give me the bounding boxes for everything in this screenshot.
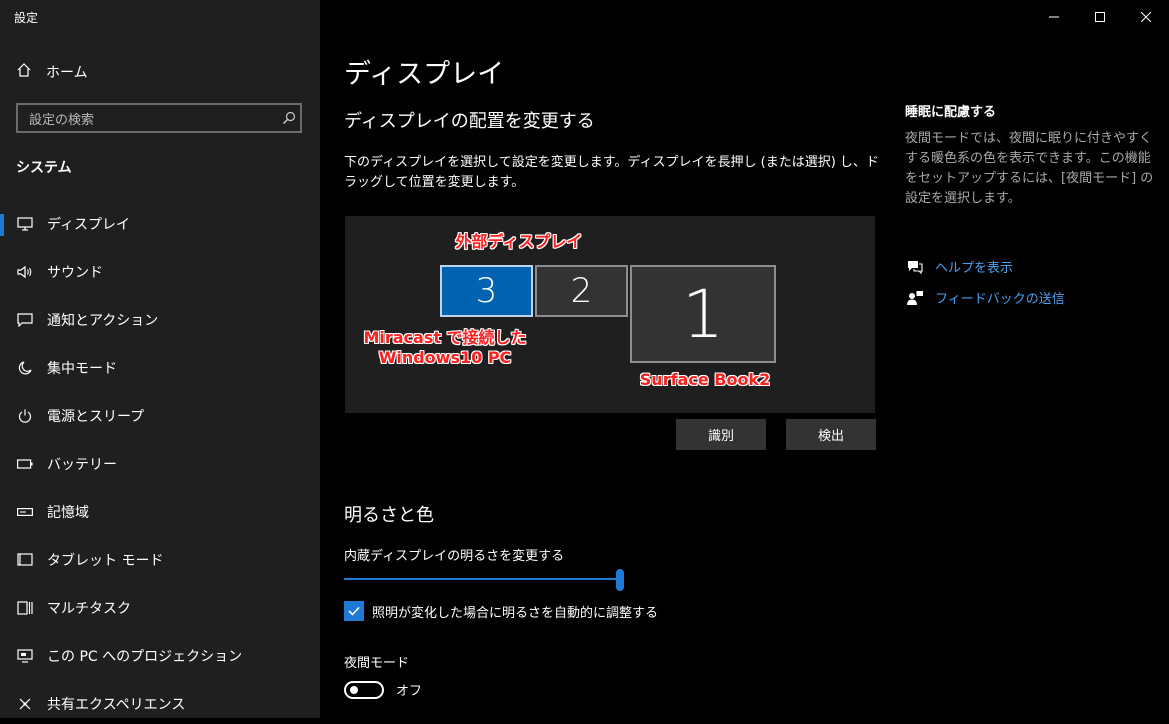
brightness-slider[interactable] [344,567,624,591]
sidebar-item-label: 集中モード [47,361,117,377]
sidebar-item-focus[interactable]: 集中モード [0,348,320,388]
detect-button[interactable]: 検出 [786,419,876,450]
auto-brightness-label: 照明が変化した場合に明るさを自動的に調整する [372,605,659,621]
sidebar-item-multitask[interactable]: マルチタスク [0,588,320,628]
help-link[interactable]: ヘルプを表示 [905,257,1013,276]
sidebar-item-display[interactable]: ディスプレイ [0,204,320,244]
minimize-icon [1049,7,1059,26]
sidebar: 設定 ホーム 設定の検索 システム ディスプレイ サウンド 通知とアクション 集… [0,0,320,718]
sidebar-item-label: マルチタスク [47,601,131,617]
annotation-external-display: 外部ディスプレイ [455,232,583,251]
brightness-label: 内蔵ディスプレイの明るさを変更する [344,549,565,564]
sidebar-item-power[interactable]: 電源とスリープ [0,396,320,436]
sidebar-item-notifications[interactable]: 通知とアクション [0,300,320,340]
night-mode-toggle-row: オフ [344,680,422,699]
toggle-knob [350,685,358,694]
night-mode-state: オフ [396,684,423,699]
display-arrangement[interactable]: 外部ディスプレイ 3 2 1 Miracast で接続した Windows10 … [345,216,875,413]
sidebar-item-label: 共有エクスペリエンス [47,697,186,713]
right-panel-title: 睡眠に配慮する [905,105,997,120]
auto-brightness-checkbox[interactable]: 照明が変化した場合に明るさを自動的に調整する [344,601,658,621]
section-title: システム [16,160,72,176]
sidebar-item-projection[interactable]: この PC へのプロジェクション [0,636,320,676]
multitask-icon [16,599,34,617]
home-icon [16,62,32,82]
minimize-button[interactable] [1031,0,1077,32]
speaker-icon [16,263,34,281]
annotation-miracast-line1: Miracast で接続した [363,328,527,347]
slider-track [344,578,620,580]
page-title: ディスプレイ [344,59,505,90]
arrange-title: ディスプレイの配置を変更する [344,111,595,132]
sidebar-item-label: サウンド [47,265,103,281]
help-link-label: ヘルプを表示 [935,261,1014,276]
search-icon[interactable] [278,111,300,125]
moon-icon [16,359,34,377]
night-mode-label: 夜間モード [344,656,410,671]
home-label: ホーム [46,65,88,81]
sidebar-item-label: タブレット モード [47,553,164,569]
sidebar-item-label: ディスプレイ [47,217,131,233]
close-button[interactable] [1123,0,1169,32]
arrange-description: 下のディスプレイを選択して設定を変更します。ディスプレイを長押し (または選択)… [344,155,879,190]
brightness-section-title: 明るさと色 [344,505,434,526]
feedback-link-label: フィードバックの送信 [935,292,1065,307]
monitor-2[interactable]: 2 [535,265,628,317]
right-panel-description: 夜間モードでは、夜間に眠りに付きやすくする暖色系の色を表示できます。この機能をセ… [905,131,1154,206]
slider-thumb[interactable] [616,569,624,591]
projection-icon [16,647,34,665]
identify-button[interactable]: 識別 [676,419,766,450]
sidebar-item-battery[interactable]: バッテリー [0,444,320,484]
sidebar-item-shared-experiences[interactable]: 共有エクスペリエンス [0,684,320,724]
tablet-icon [16,551,34,569]
sidebar-item-label: 電源とスリープ [47,409,145,425]
share-icon [16,695,34,713]
monitor-3[interactable]: 3 [440,265,533,317]
maximize-icon [1095,7,1105,26]
search-placeholder: 設定の検索 [29,112,95,128]
sidebar-item-label: この PC へのプロジェクション [47,649,243,665]
monitor-1[interactable]: 1 [630,265,776,363]
annotation-surface: Surface Book2 [639,370,771,389]
app-title: 設定 [14,11,39,25]
feedback-link[interactable]: フィードバックの送信 [905,288,1065,307]
home-link[interactable]: ホーム [16,62,88,82]
checkmark-icon[interactable] [344,601,364,621]
sidebar-item-tablet[interactable]: タブレット モード [0,540,320,580]
monitor-icon [16,215,34,233]
maximize-button[interactable] [1077,0,1123,32]
sidebar-item-label: バッテリー [47,457,117,473]
annotation-miracast-line2: Windows10 PC [378,348,512,367]
sidebar-item-label: 記憶域 [47,505,89,521]
search-input[interactable]: 設定の検索 [16,103,302,133]
annotation-miracast: Miracast で接続した Windows10 PC [355,328,535,368]
window-controls [1031,0,1169,32]
close-icon [1140,7,1152,26]
power-icon [16,407,34,425]
sidebar-item-sound[interactable]: サウンド [0,252,320,292]
help-icon [905,259,925,275]
night-mode-toggle[interactable] [344,680,384,699]
sidebar-item-storage[interactable]: 記憶域 [0,492,320,532]
feedback-icon [905,290,925,306]
notification-icon [16,311,34,329]
sidebar-item-label: 通知とアクション [47,313,159,329]
battery-icon [16,455,34,473]
storage-icon [16,503,34,521]
